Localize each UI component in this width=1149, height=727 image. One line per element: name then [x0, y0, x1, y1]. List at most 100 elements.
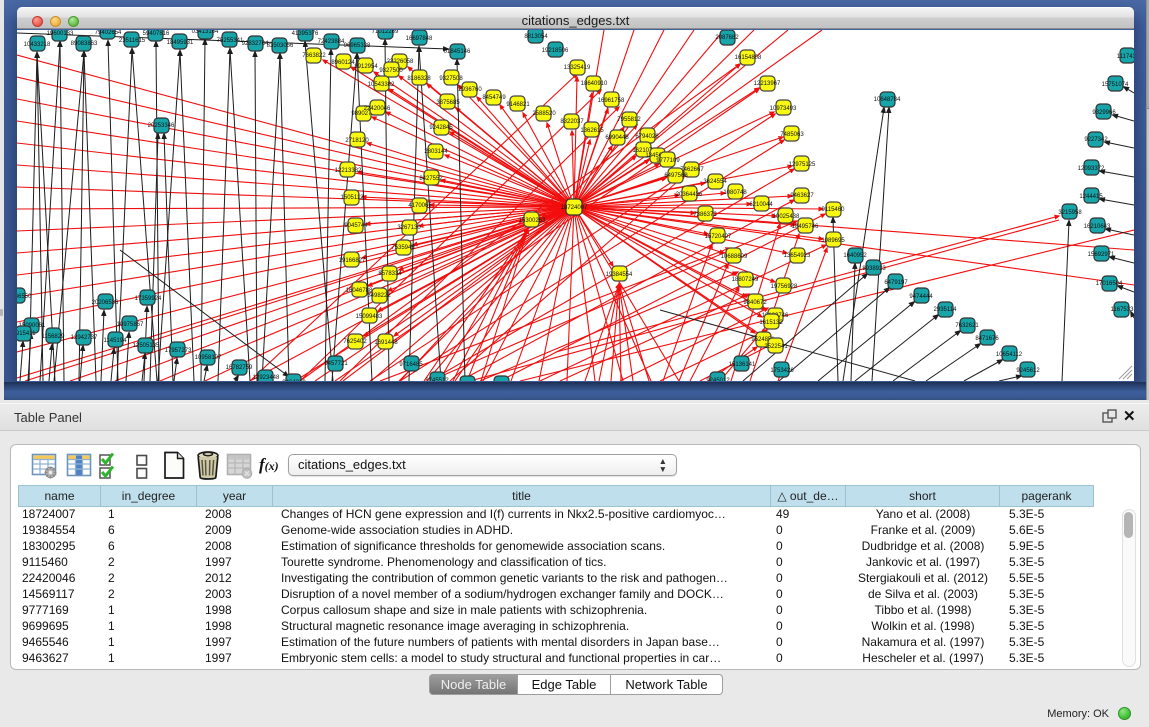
svg-text:12093372: 12093372 — [1078, 166, 1105, 172]
svg-text:10958107: 10958107 — [195, 355, 222, 361]
svg-text:16154808: 16154808 — [735, 55, 762, 61]
svg-text:3267130: 3267130 — [397, 225, 421, 231]
svg-text:3915411: 3915411 — [17, 331, 36, 337]
svg-text:12975125: 12975125 — [789, 162, 816, 168]
svg-text:25266550: 25266550 — [17, 294, 32, 300]
svg-text:7625402: 7625402 — [343, 339, 367, 345]
svg-text:6210044: 6210044 — [749, 202, 773, 208]
svg-text:1080748: 1080748 — [723, 190, 747, 196]
svg-text:9329966: 9329966 — [1092, 110, 1116, 116]
svg-text:8186328: 8186328 — [407, 76, 431, 82]
svg-text:8454749: 8454749 — [482, 95, 506, 101]
svg-text:19384554: 19384554 — [606, 272, 633, 278]
svg-text:89083863: 89083863 — [71, 41, 98, 47]
svg-text:1117433: 1117433 — [1117, 54, 1134, 60]
svg-text:9245012: 9245012 — [706, 378, 730, 381]
svg-text:96965328: 96965328 — [344, 43, 371, 49]
svg-text:2522541: 2522541 — [764, 344, 788, 350]
svg-text:8578334: 8578334 — [378, 271, 402, 277]
svg-text:9146821: 9146821 — [506, 102, 530, 108]
svg-text:1145194: 1145194 — [104, 338, 128, 344]
svg-text:9464219: 9464219 — [282, 380, 306, 381]
svg-text:18807249: 18807249 — [732, 277, 759, 283]
svg-text:15300263: 15300263 — [519, 218, 546, 224]
svg-text:8938923: 8938923 — [862, 266, 886, 272]
svg-text:3215958: 3215958 — [1058, 210, 1082, 216]
svg-text:8813054: 8813054 — [524, 34, 548, 40]
svg-text:10543382: 10543382 — [368, 82, 395, 88]
svg-text:41395376: 41395376 — [292, 31, 319, 37]
svg-text:8960124: 8960124 — [331, 60, 355, 66]
svg-text:16697848: 16697848 — [406, 36, 433, 42]
svg-text:12213382: 12213382 — [335, 168, 362, 174]
svg-text:3498222: 3498222 — [367, 293, 391, 299]
svg-text:18495931: 18495931 — [167, 40, 194, 46]
svg-text:79402654: 79402654 — [95, 30, 122, 36]
svg-text:92832764: 92832764 — [242, 41, 269, 47]
svg-text:12505135: 12505135 — [133, 343, 160, 349]
svg-text:8745512: 8745512 — [425, 378, 449, 381]
svg-text:15099483: 15099483 — [356, 314, 383, 320]
svg-text:9045744: 9045744 — [344, 223, 368, 229]
svg-text:19600133: 19600133 — [47, 31, 74, 37]
svg-text:15136141: 15136141 — [729, 362, 756, 368]
svg-text:10433218: 10433218 — [24, 42, 51, 48]
svg-text:2588520: 2588520 — [532, 111, 556, 117]
svg-text:9242845: 9242845 — [429, 125, 453, 131]
svg-text:1691448: 1691448 — [374, 340, 398, 346]
svg-text:20206536: 20206536 — [92, 300, 119, 306]
svg-text:1615132: 1615132 — [759, 320, 783, 326]
svg-text:12923448: 12923448 — [253, 375, 280, 381]
svg-text:6794028: 6794028 — [635, 134, 659, 140]
svg-text:16961758: 16961758 — [598, 98, 625, 104]
svg-text:15692971: 15692971 — [1088, 252, 1115, 258]
svg-text:16210643: 16210643 — [1084, 224, 1111, 230]
svg-text:17016504: 17016504 — [1096, 281, 1123, 287]
svg-text:1089695: 1089695 — [821, 238, 845, 244]
svg-text:75255341: 75255341 — [217, 38, 244, 44]
svg-text:9115460: 9115460 — [822, 207, 846, 213]
svg-text:8427552: 8427552 — [419, 176, 443, 182]
svg-text:10688609: 10688609 — [721, 254, 748, 260]
svg-text:9716485: 9716485 — [399, 362, 423, 368]
svg-text:71012269: 71012269 — [372, 30, 399, 35]
svg-text:01845146: 01845146 — [444, 49, 471, 55]
svg-text:7632621: 7632621 — [955, 323, 979, 329]
svg-text:9463627: 9463627 — [790, 193, 814, 199]
svg-text:17957273: 17957273 — [165, 348, 192, 354]
svg-text:7485063: 7485063 — [780, 132, 804, 138]
svg-text:13654923: 13654923 — [784, 253, 811, 259]
svg-text:83503056: 83503056 — [267, 43, 294, 49]
svg-text:8912954: 8912954 — [354, 64, 378, 70]
svg-text:9227342: 9227342 — [1084, 137, 1108, 143]
svg-text:9840672: 9840672 — [743, 300, 767, 306]
svg-text:8322037: 8322037 — [560, 119, 584, 125]
svg-text:17359924: 17359924 — [135, 296, 162, 302]
svg-text:10648784: 10648784 — [874, 97, 901, 103]
svg-text:59407816: 59407816 — [143, 31, 170, 37]
svg-text:9777109: 9777109 — [656, 158, 680, 164]
svg-text:23511615: 23511615 — [119, 38, 146, 44]
svg-text:2803144: 2803144 — [424, 149, 448, 155]
svg-text:03413164: 03413164 — [192, 30, 219, 35]
svg-text:10975867: 10975867 — [117, 322, 144, 328]
svg-text:72423884: 72423884 — [318, 39, 345, 45]
svg-text:20253346: 20253346 — [148, 123, 175, 129]
svg-text:1156829: 1156829 — [42, 334, 66, 340]
svg-text:16782759: 16782759 — [226, 365, 253, 371]
svg-text:1753426: 1753426 — [770, 368, 794, 374]
svg-text:3624554: 3624554 — [703, 179, 727, 185]
svg-text:13325419: 13325419 — [564, 65, 591, 71]
svg-text:7955812: 7955812 — [617, 117, 641, 123]
svg-text:3875685: 3875685 — [436, 100, 460, 106]
svg-text:9245612: 9245612 — [1016, 368, 1040, 374]
svg-text:6497568: 6497568 — [664, 173, 688, 179]
svg-text:9327500: 9327500 — [379, 68, 403, 74]
svg-text:2718120: 2718120 — [345, 138, 369, 144]
svg-text:22420046: 22420046 — [364, 106, 391, 112]
svg-text:8471676: 8471676 — [975, 336, 999, 342]
svg-text:1640952: 1640952 — [843, 253, 867, 259]
svg-text:19756928: 19756928 — [771, 284, 798, 290]
svg-text:18495746: 18495746 — [792, 224, 819, 230]
svg-text:7386372: 7386372 — [693, 212, 717, 218]
